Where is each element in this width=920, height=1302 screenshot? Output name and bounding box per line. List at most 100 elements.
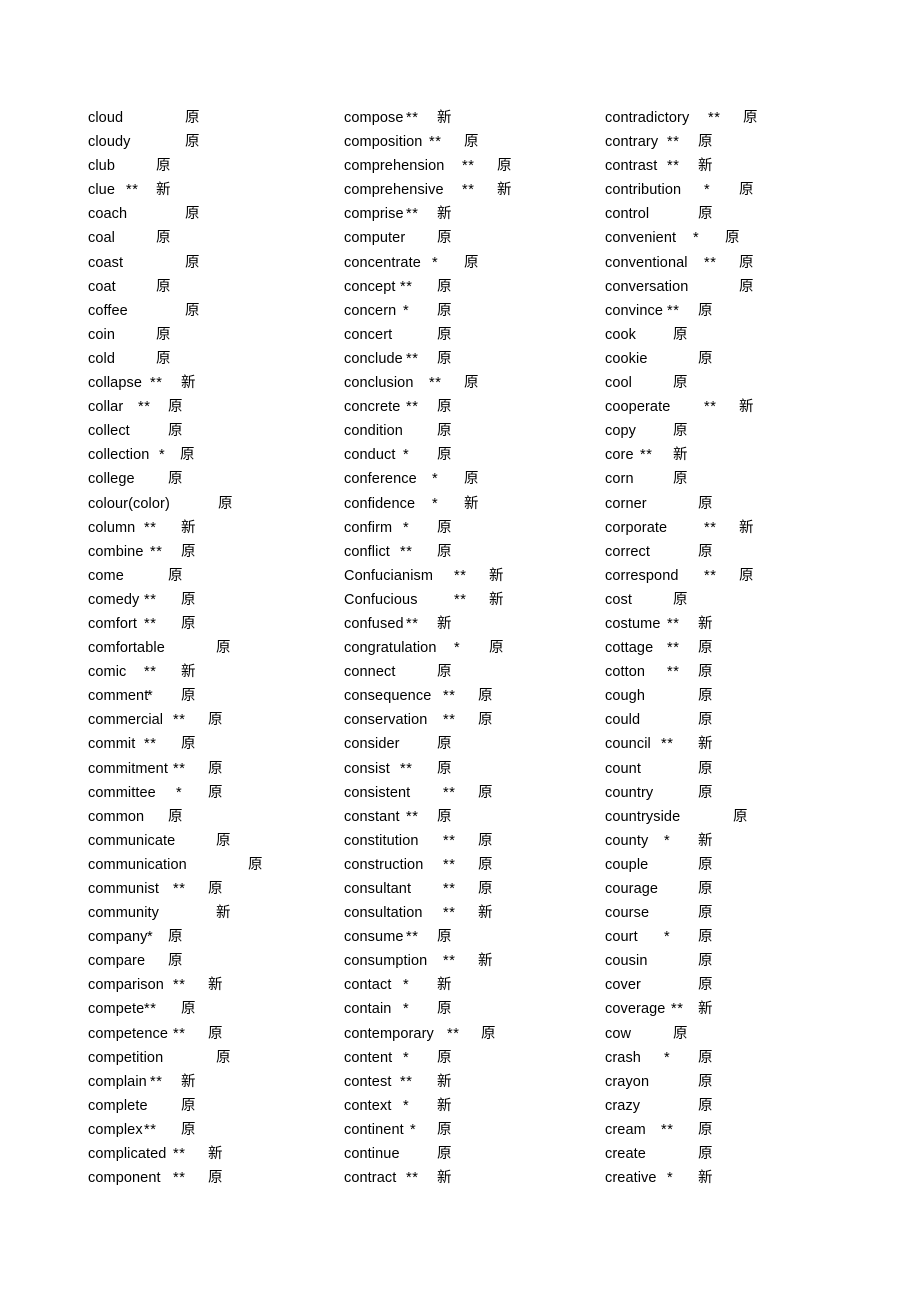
vocabulary-tag: 原 — [437, 736, 452, 753]
vocabulary-word: concern — [344, 302, 397, 319]
vocabulary-entry: contact * 新 — [344, 973, 594, 997]
vocabulary-word: construction — [344, 856, 424, 873]
vocabulary-word: composition — [344, 134, 423, 151]
vocabulary-tag: 原 — [181, 1001, 196, 1018]
vocabulary-word: contribution — [605, 182, 682, 199]
vocabulary-entry: complain ** 新 — [88, 1070, 338, 1094]
vocabulary-star-marker: ** — [667, 158, 680, 175]
vocabulary-tag: 新 — [437, 1170, 452, 1187]
vocabulary-entry: club 原 — [88, 154, 338, 178]
vocabulary-star-marker: ** — [667, 664, 680, 681]
vocabulary-star-marker: * — [667, 1170, 674, 1187]
vocabulary-star-marker: ** — [406, 615, 419, 632]
vocabulary-tag: 新 — [437, 206, 452, 223]
vocabulary-star-marker: ** — [640, 447, 653, 464]
vocabulary-star-marker: * — [432, 495, 439, 512]
vocabulary-word: cool — [605, 375, 632, 392]
vocabulary-star-marker: ** — [462, 158, 475, 175]
vocabulary-entry: contract ** 新 — [344, 1166, 594, 1190]
vocabulary-word: course — [605, 905, 650, 922]
vocabulary-word: cream — [605, 1121, 646, 1138]
vocabulary-entry: college 原 — [88, 467, 338, 491]
vocabulary-star-marker: ** — [667, 134, 680, 151]
vocabulary-entry: concept ** 原 — [344, 275, 594, 299]
vocabulary-star-marker: ** — [150, 543, 163, 560]
vocabulary-entry: convenient * 原 — [605, 226, 855, 250]
vocabulary-entry: composition ** 原 — [344, 130, 594, 154]
vocabulary-entry: council ** 新 — [605, 732, 855, 756]
vocabulary-entry: comfortable 原 — [88, 636, 338, 660]
vocabulary-entry: comedy ** 原 — [88, 588, 338, 612]
vocabulary-entry: convince ** 原 — [605, 299, 855, 323]
vocabulary-star-marker: ** — [173, 1025, 186, 1042]
vocabulary-tag: 新 — [208, 977, 223, 994]
vocabulary-entry: collection * 原 — [88, 443, 338, 467]
vocabulary-tag: 原 — [216, 1049, 231, 1066]
vocabulary-tag: 原 — [185, 254, 200, 271]
vocabulary-tag: 新 — [181, 1073, 196, 1090]
vocabulary-word: cost — [605, 591, 632, 608]
vocabulary-star-marker: ** — [406, 206, 419, 223]
vocabulary-tag: 原 — [673, 375, 688, 392]
vocabulary-tag: 原 — [698, 640, 713, 657]
vocabulary-word: countryside — [605, 808, 681, 825]
vocabulary-tag: 原 — [698, 760, 713, 777]
vocabulary-star-marker: * — [664, 832, 671, 849]
vocabulary-tag: 原 — [673, 471, 688, 488]
vocabulary-star-marker: ** — [443, 856, 456, 873]
vocabulary-entry: consume ** 原 — [344, 925, 594, 949]
vocabulary-tag: 原 — [168, 423, 183, 440]
vocabulary-tag: 原 — [698, 1073, 713, 1090]
vocabulary-tag: 原 — [208, 881, 223, 897]
vocabulary-word: conversation — [605, 278, 689, 295]
vocabulary-entry: consequence ** 原 — [344, 684, 594, 708]
vocabulary-tag: 原 — [739, 278, 754, 295]
vocabulary-star-marker: * — [403, 1001, 410, 1018]
vocabulary-entry: cough 原 — [605, 684, 855, 708]
vocabulary-word: contrast — [605, 158, 658, 175]
vocabulary-word: coach — [88, 206, 128, 223]
vocabulary-word: convenient — [605, 230, 677, 247]
vocabulary-star-marker: * — [176, 784, 183, 801]
vocabulary-word: cold — [88, 350, 115, 367]
vocabulary-tag: 原 — [437, 1121, 452, 1138]
vocabulary-word: core — [605, 447, 634, 464]
vocabulary-entry: compare 原 — [88, 949, 338, 973]
vocabulary-tag: 原 — [673, 423, 688, 440]
vocabulary-word: court — [605, 929, 638, 946]
vocabulary-word: commitment — [88, 760, 168, 777]
vocabulary-word: creative — [605, 1170, 657, 1187]
vocabulary-star-marker: ** — [443, 832, 456, 849]
vocabulary-star-marker: ** — [443, 712, 456, 729]
vocabulary-word: cookie — [605, 350, 648, 367]
vocabulary-word: corner — [605, 495, 647, 512]
vocabulary-word: complicated — [88, 1146, 167, 1163]
vocabulary-entry: coin 原 — [88, 323, 338, 347]
vocabulary-word: conduct — [344, 447, 396, 464]
vocabulary-entry: confused ** 新 — [344, 612, 594, 636]
vocabulary-word: contact — [344, 977, 392, 994]
vocabulary-tag: 原 — [698, 929, 713, 946]
vocabulary-star-marker: ** — [144, 615, 157, 632]
vocabulary-word: content — [344, 1049, 393, 1066]
vocabulary-tag: 原 — [698, 543, 713, 560]
vocabulary-star-marker: ** — [704, 567, 717, 584]
vocabulary-star-marker: ** — [454, 567, 467, 584]
vocabulary-tag: 原 — [698, 977, 713, 994]
vocabulary-tag: 原 — [698, 134, 713, 151]
vocabulary-entry: conventional ** 原 — [605, 251, 855, 275]
vocabulary-tag: 原 — [698, 688, 713, 705]
vocabulary-tag: 原 — [208, 712, 223, 729]
vocabulary-star-marker: ** — [173, 760, 186, 777]
vocabulary-tag: 原 — [489, 640, 504, 657]
vocabulary-tag: 原 — [733, 808, 748, 825]
vocabulary-tag: 原 — [181, 688, 196, 705]
vocabulary-entry: context * 新 — [344, 1094, 594, 1118]
vocabulary-word: continue — [344, 1146, 400, 1163]
vocabulary-entry: contest ** 新 — [344, 1070, 594, 1094]
vocabulary-entry: cottage ** 原 — [605, 636, 855, 660]
vocabulary-tag: 原 — [168, 929, 183, 946]
vocabulary-star-marker: ** — [447, 1025, 460, 1042]
vocabulary-entry: construction ** 原 — [344, 853, 594, 877]
vocabulary-entry: consultant ** 原 — [344, 877, 594, 901]
